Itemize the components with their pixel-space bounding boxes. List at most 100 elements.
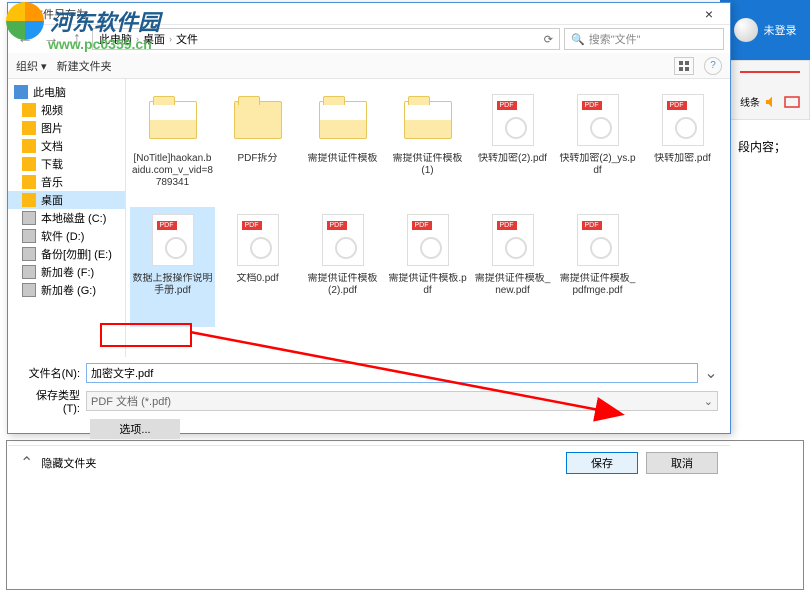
file-label: 需提供证件模板(2).pdf [302,273,383,297]
file-item[interactable]: 需提供证件模板 (1) [385,87,470,207]
file-label: 需提供证件模板 (1) [387,153,468,177]
sidebar-item[interactable]: 此电脑 [8,83,125,101]
file-item[interactable]: 需提供证件模板_new.pdf [470,207,555,327]
pdf-icon [314,211,372,269]
app-icon [14,7,28,21]
file-item[interactable]: 需提供证件模板(2).pdf [300,207,385,327]
sidebar: 此电脑视频图片文档下载音乐桌面本地磁盘 (C:)软件 (D:)备份[勿删] (E… [8,79,126,357]
search-input[interactable]: 🔍 搜索"文件" [564,28,724,50]
sidebar-item-label: 文档 [41,138,63,154]
forward-button[interactable]: → [40,28,62,50]
breadcrumb-part[interactable]: 此电脑 [99,31,132,47]
pdf-icon [399,211,457,269]
search-icon: 🔍 [571,33,585,46]
filename-input[interactable] [86,363,698,383]
refresh-button[interactable]: ⟳ [544,33,553,46]
breadcrumb[interactable]: 此电脑 › 桌面 › 文件 ⟳ [92,28,560,50]
pdf-icon [654,91,712,149]
file-label: 文档0.pdf [236,273,278,285]
pdf-icon [569,211,627,269]
grid-icon [678,60,690,72]
save-button[interactable]: 保存 [566,452,638,474]
drive-icon [22,229,36,243]
file-grid: [NoTitle]haokan.baidu.com_v_vid=8789341 P… [126,79,730,357]
pdf-icon [229,211,287,269]
sidebar-item[interactable]: 新加卷 (F:) [8,263,125,281]
speaker-icon [764,94,780,110]
view-mode-button[interactable] [674,57,694,75]
close-button[interactable]: × [694,4,724,24]
file-item[interactable]: 需提供证件模板.pdf [385,207,470,327]
sidebar-item[interactable]: 视频 [8,101,125,119]
line-tool-icon [740,71,800,79]
file-label: [NoTitle]haokan.baidu.com_v_vid=8789341 [132,153,213,189]
chevron-up-icon: ⌃ [20,453,33,473]
file-item[interactable]: 需提供证件模板 [300,87,385,207]
sidebar-item[interactable]: 本地磁盘 (C:) [8,209,125,227]
file-item[interactable]: 需提供证件模板_pdfmge.pdf [555,207,640,327]
organize-menu[interactable]: 组织 ▾ [16,58,47,74]
breadcrumb-part[interactable]: 桌面 [143,31,165,47]
background-tool-panel: 线条 [730,60,810,120]
folder-icon [229,91,287,149]
sidebar-item-label: 下载 [41,156,63,172]
chevron-down-icon: ⌄ [704,395,713,408]
help-button[interactable]: ? [704,57,722,75]
filetype-select[interactable]: PDF 文档 (*.pdf) ⌄ [86,391,718,411]
folder-icon [22,139,36,153]
up-button[interactable]: ↑ [66,28,88,50]
bottom-panel: 文件名(N): ⌄ 保存类型(T): PDF 文档 (*.pdf) ⌄ 选项..… [8,357,730,445]
music-icon [22,175,36,189]
file-label: 数据上报操作说明手册.pdf [132,273,213,297]
sidebar-item-label: 新加卷 (F:) [41,264,94,280]
file-item[interactable]: 快转加密(2).pdf [470,87,555,207]
drive-icon [22,265,36,279]
pc-icon [14,85,28,99]
file-item[interactable]: 快转加密(2)_ys.pdf [555,87,640,207]
sidebar-item[interactable]: 软件 (D:) [8,227,125,245]
cancel-button[interactable]: 取消 [646,452,718,474]
sidebar-item-label: 备份[勿删] (E:) [41,246,112,262]
options-button[interactable]: 选项... [90,419,180,439]
sidebar-item[interactable]: 文档 [8,137,125,155]
sidebar-item-label: 新加卷 (G:) [41,282,96,298]
folder-icon [22,157,36,171]
file-label: 需提供证件模板_new.pdf [472,273,553,297]
sidebar-item[interactable]: 新加卷 (G:) [8,281,125,299]
file-item[interactable]: [NoTitle]haokan.baidu.com_v_vid=8789341 [130,87,215,207]
back-button[interactable]: ← [14,28,36,50]
new-folder-button[interactable]: 新建文件夹 [57,58,112,74]
sidebar-item-label: 图片 [41,120,63,136]
chevron-down-icon[interactable]: ⌄ [704,363,718,383]
file-item[interactable]: 数据上报操作说明手册.pdf [130,207,215,327]
filetype-label: 保存类型(T): [20,387,80,415]
background-document-text: 段内容； [730,130,810,330]
folder-preview-icon [399,91,457,149]
hide-folders-toggle[interactable]: 隐藏文件夹 [41,455,96,471]
chevron-right-icon: › [136,34,139,44]
pdf-icon [484,211,542,269]
pdf-icon [569,91,627,149]
sidebar-item[interactable]: 备份[勿删] (E:) [8,245,125,263]
navigation-bar: ← → ↑ 此电脑 › 桌面 › 文件 ⟳ 🔍 搜索"文件" [8,25,730,53]
breadcrumb-part[interactable]: 文件 [176,31,198,47]
file-label: 需提供证件模板_pdfmge.pdf [557,273,638,297]
sidebar-item[interactable]: 音乐 [8,173,125,191]
file-label: 快转加密(2).pdf [478,153,547,165]
window-title: 文件另存为 [32,6,694,22]
folder-icon [22,121,36,135]
file-label: PDF拆分 [238,153,278,165]
file-item[interactable]: 快转加密.pdf [640,87,725,207]
folder-icon [22,193,36,207]
titlebar: 文件另存为 × [8,3,730,25]
drive-icon [22,211,36,225]
avatar-icon [734,18,758,42]
file-item[interactable]: 文档0.pdf [215,207,300,327]
file-label: 快转加密.pdf [654,153,711,165]
sidebar-item[interactable]: 图片 [8,119,125,137]
sidebar-item[interactable]: 桌面 [8,191,125,209]
sidebar-item[interactable]: 下载 [8,155,125,173]
file-label: 需提供证件模板 [308,153,378,165]
file-item[interactable]: PDF拆分 [215,87,300,207]
sidebar-item-label: 此电脑 [33,84,66,100]
